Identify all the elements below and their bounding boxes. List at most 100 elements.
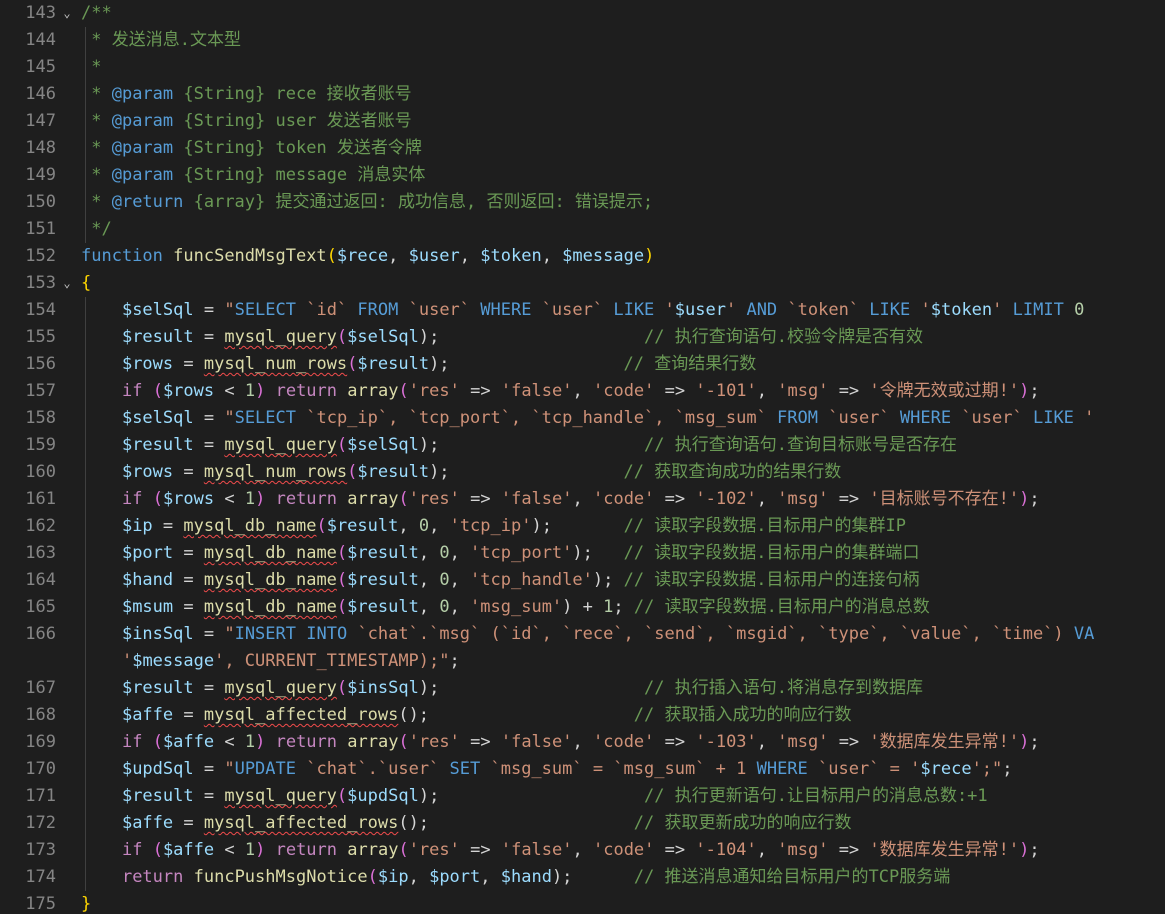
code-line[interactable]: 163 $port = mysql_db_name($result, 0, 't… bbox=[0, 540, 1165, 567]
code-line[interactable]: 165 $msum = mysql_db_name($result, 0, 'm… bbox=[0, 594, 1165, 621]
code-line[interactable]: 147 * @param {String} user 发送者账号 bbox=[0, 108, 1165, 135]
code-text: $insSql = "INSERT INTO `chat`.`msg` (`id… bbox=[81, 621, 1094, 648]
code-line[interactable]: 162 $ip = mysql_db_name($result, 0, 'tcp… bbox=[0, 513, 1165, 540]
code-token: , bbox=[449, 597, 471, 617]
code-line[interactable]: 168 $affe = mysql_affected_rows(); // 获取… bbox=[0, 702, 1165, 729]
code-token: 'false' bbox=[500, 732, 573, 752]
code-line[interactable]: 156 $rows = mysql_num_rows($result); // … bbox=[0, 351, 1165, 378]
fold-chevron-icon[interactable]: ⌄ bbox=[60, 270, 74, 297]
code-line[interactable]: 158 $selSql = "SELECT `tcp_ip`, `tcp_por… bbox=[0, 405, 1165, 432]
code-token: ' bbox=[910, 300, 931, 320]
line-number: 162 bbox=[25, 516, 56, 536]
line-number: 163 bbox=[25, 543, 56, 563]
code-line[interactable]: 155 $result = mysql_query($selSql); // 执… bbox=[0, 324, 1165, 351]
code-token: , bbox=[418, 597, 440, 617]
code-line[interactable]: 164 $hand = mysql_db_name($result, 0, 't… bbox=[0, 567, 1165, 594]
code-token: `msg_sum` = `msg_sum` + 1 bbox=[480, 759, 757, 779]
code-token: , bbox=[572, 732, 593, 752]
code-token: $affe bbox=[121, 813, 174, 833]
code-text: $hand = mysql_db_name($result, 0, 'tcp_h… bbox=[81, 567, 920, 594]
code-token: 'res' bbox=[408, 840, 460, 860]
code-text: { bbox=[81, 270, 91, 297]
code-line[interactable]: 167 $result = mysql_query($insSql); // 执… bbox=[0, 675, 1165, 702]
code-token: 'code' bbox=[592, 489, 655, 509]
code-line[interactable]: 160 $rows = mysql_num_rows($result); // … bbox=[0, 459, 1165, 486]
code-line[interactable]: 145 * bbox=[0, 54, 1165, 81]
code-line[interactable]: 151 */ bbox=[0, 216, 1165, 243]
code-token: ); bbox=[429, 354, 450, 374]
code-token: $rows bbox=[121, 462, 174, 482]
code-token: = bbox=[193, 327, 225, 347]
code-token: ( bbox=[367, 867, 378, 887]
code-token: => bbox=[828, 489, 870, 509]
line-number: 143 bbox=[25, 3, 56, 23]
code-token: // 读取字段数据.目标用户的消息总数 bbox=[623, 597, 930, 617]
code-line[interactable]: 166 $insSql = "INSERT INTO `chat`.`msg` … bbox=[0, 621, 1165, 648]
code-token: INSERT bbox=[234, 624, 296, 644]
line-number: 161 bbox=[25, 489, 56, 509]
code-line[interactable]: 173 if ($affe < 1) return array('res' =>… bbox=[0, 837, 1165, 864]
code-token: = bbox=[173, 570, 204, 590]
code-token: ' bbox=[725, 300, 747, 320]
code-line[interactable]: 175} bbox=[0, 891, 1165, 914]
line-number: 148 bbox=[25, 138, 56, 158]
code-token: * bbox=[81, 111, 112, 131]
code-token: // 执行插入语句.将消息存到数据库 bbox=[439, 678, 923, 698]
code-line[interactable]: 154 $selSql = "SELECT `id` FROM `user` W… bbox=[0, 297, 1165, 324]
code-line[interactable]: 148 * @param {String} token 发送者令牌 bbox=[0, 135, 1165, 162]
code-token: * 发送消息.文本型 bbox=[81, 30, 241, 50]
code-editor[interactable]: 143 ⌄/** 144 * 发送消息.文本型 145 * 146 * @param {… bbox=[0, 0, 1165, 914]
code-line[interactable]: 152 function funcSendMsgText($rece, $user… bbox=[0, 243, 1165, 270]
code-line[interactable]: 153 ⌄ { bbox=[0, 270, 1165, 297]
code-line[interactable]: 170 $updSql = "UPDATE `chat`.`user` SET … bbox=[0, 756, 1165, 783]
code-token: /** bbox=[81, 3, 112, 23]
code-token: * bbox=[81, 84, 112, 104]
code-token: 'msg' bbox=[777, 489, 829, 509]
code-line[interactable]: 144 * 发送消息.文本型 bbox=[0, 27, 1165, 54]
code-line[interactable]: '$message', CURRENT_TIMESTAMP);"; bbox=[0, 648, 1165, 675]
code-token: ( bbox=[398, 489, 409, 509]
code-text: $msum = mysql_db_name($result, 0, 'msg_s… bbox=[81, 594, 930, 621]
code-token: $token bbox=[480, 246, 542, 266]
code-line[interactable]: 174 return funcPushMsgNotice($ip, $port,… bbox=[0, 864, 1165, 891]
code-line[interactable]: 161 if ($rows < 1) return array('res' =>… bbox=[0, 486, 1165, 513]
fold-chevron-icon[interactable]: ⌄ bbox=[60, 0, 74, 27]
code-text: if ($affe < 1) return array('res' => 'fa… bbox=[81, 729, 1040, 756]
code-token: ); bbox=[418, 327, 440, 347]
code-token: WHERE bbox=[756, 759, 808, 779]
code-token: @param bbox=[111, 84, 174, 104]
code-line[interactable]: 146 * @param {String} rece 接收者账号 bbox=[0, 81, 1165, 108]
code-line[interactable]: 172 $affe = mysql_affected_rows(); // 获取… bbox=[0, 810, 1165, 837]
code-token: return bbox=[121, 867, 184, 887]
code-token: if bbox=[121, 381, 143, 401]
code-text: */ bbox=[81, 216, 111, 243]
code-token: 'msg' bbox=[777, 732, 829, 752]
code-line[interactable]: 171 $result = mysql_query($updSql); // 执… bbox=[0, 783, 1165, 810]
code-line[interactable]: 169 if ($affe < 1) return array('res' =>… bbox=[0, 729, 1165, 756]
code-token: '-104' bbox=[695, 840, 757, 860]
code-line[interactable]: 150 * @return {array} 提交通过返回: 成功信息, 否则返回… bbox=[0, 189, 1165, 216]
code-line[interactable]: 159 $result = mysql_query($selSql); // 执… bbox=[0, 432, 1165, 459]
code-token: ( bbox=[336, 597, 348, 617]
code-token: '数据库发生异常!' bbox=[869, 840, 1020, 860]
code-token: array bbox=[347, 840, 399, 860]
code-token: , bbox=[408, 867, 430, 887]
line-number: 157 bbox=[25, 381, 56, 401]
code-token: $message bbox=[132, 651, 215, 671]
code-token: 0 bbox=[418, 516, 430, 536]
code-token: => bbox=[654, 732, 696, 752]
code-line[interactable]: 157 if ($rows < 1) return array('res' =>… bbox=[0, 378, 1165, 405]
code-token: ( bbox=[152, 381, 163, 401]
code-line[interactable]: 143 ⌄ /** bbox=[0, 0, 1165, 27]
code-token: ) bbox=[255, 381, 266, 401]
code-token: $selSql bbox=[121, 408, 194, 428]
code-token: if bbox=[121, 732, 143, 752]
code-token: = bbox=[173, 543, 204, 563]
code-line[interactable]: 149 * @param {String} message 消息实体 bbox=[0, 162, 1165, 189]
code-token: ', CURRENT_TIMESTAMP);" bbox=[214, 651, 450, 671]
